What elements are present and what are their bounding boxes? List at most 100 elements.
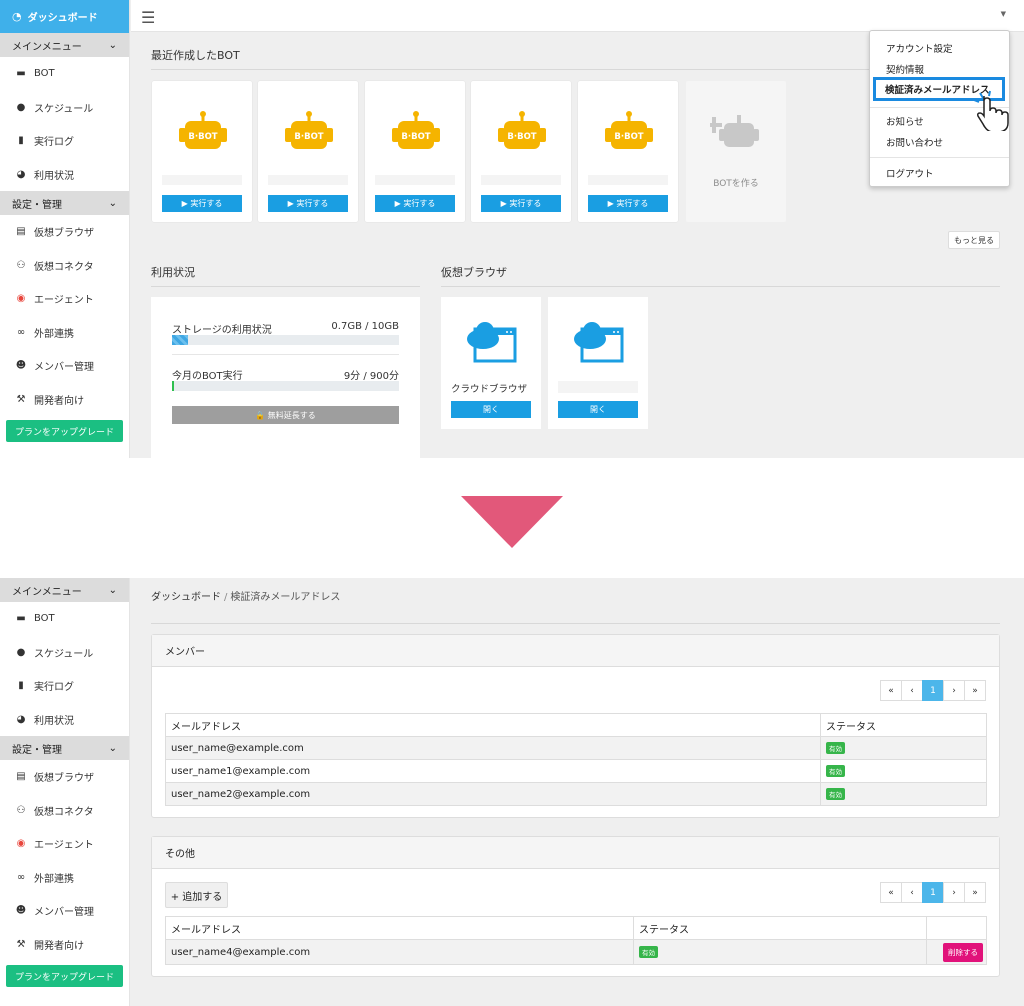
last-page-button[interactable]: » xyxy=(964,680,986,701)
first-page-button[interactable]: « xyxy=(880,882,902,903)
sidebar-item-members[interactable]: ☻ メンバー管理 xyxy=(0,894,129,928)
caret-down-icon[interactable]: ▼ xyxy=(1001,10,1006,18)
sidebar-item-bot[interactable]: ▬ BOT xyxy=(0,602,129,636)
runs-row: 今月のBOT実行 9分 / 900分 xyxy=(172,367,399,382)
free-extension-button[interactable]: 🔒 無料延長する xyxy=(172,406,399,424)
add-button[interactable]: + 追加する xyxy=(165,882,228,908)
breadcrumb-home[interactable]: ダッシュボード xyxy=(151,592,221,603)
bot-card[interactable]: B·BOT ▶ 実行する xyxy=(152,81,252,222)
open-button[interactable]: 開く xyxy=(558,401,638,418)
sidebar-item-connector[interactable]: ⚇ 仮想コネクタ xyxy=(0,249,129,283)
bot-card[interactable]: B·BOT ▶ 実行する xyxy=(471,81,571,222)
settings-header[interactable]: 設定・管理 ⌄ xyxy=(0,736,129,760)
settings-header[interactable]: 設定・管理 ⌄ xyxy=(0,191,129,215)
vbrowser-card: クラウドブラウザ 開く xyxy=(441,297,541,429)
bot-card[interactable]: B·BOT ▶ 実行する xyxy=(365,81,465,222)
first-page-button[interactable]: « xyxy=(880,680,902,701)
sidebar-item-usage[interactable]: ◕ 利用状況 xyxy=(0,703,129,737)
more-button[interactable]: もっと見る xyxy=(948,231,1000,249)
col-status-header: ステータス xyxy=(820,713,987,737)
pie-chart-icon: ◔ xyxy=(12,10,22,23)
table-row: user_name@example.com 有効 xyxy=(165,736,987,760)
prev-page-button[interactable]: ‹ xyxy=(901,680,923,701)
bot-name-blank xyxy=(481,175,561,185)
sidebar-item-integration[interactable]: ∞ 外部連携 xyxy=(0,861,129,895)
sidebar-item-developer[interactable]: ⚒ 開発者向け xyxy=(0,928,129,962)
table-header: メールアドレス ステータス xyxy=(165,713,987,737)
bot-name-blank xyxy=(588,175,668,185)
robot-icon: B·BOT xyxy=(498,111,546,149)
status-cell: 有効 xyxy=(820,759,987,783)
bot-card[interactable]: B·BOT ▶ 実行する xyxy=(258,81,358,222)
main-menu-header[interactable]: メインメニュー ⌄ xyxy=(0,33,129,57)
main-menu-header[interactable]: メインメニュー ⌄ xyxy=(0,578,129,602)
upgrade-button[interactable]: プランをアップグレード xyxy=(6,965,123,987)
run-button[interactable]: ▶ 実行する xyxy=(268,195,348,212)
bot-name-blank xyxy=(375,175,455,185)
prev-page-button[interactable]: ‹ xyxy=(901,882,923,903)
breadcrumb: ダッシュボード / 検証済みメールアドレス xyxy=(151,588,340,603)
sidebar-item-schedule[interactable]: ● スケジュール xyxy=(0,91,129,125)
menu-contact[interactable]: お問い合わせ xyxy=(886,135,943,149)
sidebar-item-agent[interactable]: ◉ エージェント xyxy=(0,827,129,861)
pie-chart-icon: ◕ xyxy=(16,168,26,180)
sidebar-item-vbrowser[interactable]: ▤ 仮想ブラウザ xyxy=(0,760,129,794)
run-button[interactable]: ▶ 実行する xyxy=(588,195,668,212)
next-page-button[interactable]: › xyxy=(943,680,965,701)
bot-logo-text: B·BOT xyxy=(614,132,643,142)
top-screenshot: ◔ ダッシュボード メインメニュー ⌄ ▬ BOT ● スケジュール ▮ 実行ログ ◕ 利用… xyxy=(0,0,1024,458)
page-1-button[interactable]: 1 xyxy=(922,882,944,903)
action-cell: 削除する xyxy=(926,939,987,965)
page-1-button[interactable]: 1 xyxy=(922,680,944,701)
sidebar-item-developer[interactable]: ⚒ 開発者向け xyxy=(0,383,129,417)
run-button[interactable]: ▶ 実行する xyxy=(481,195,561,212)
recent-bots-title: 最近作成したBOT xyxy=(151,49,240,62)
menu-account-settings[interactable]: アカウント設定 xyxy=(886,41,953,55)
breadcrumb-separator: / xyxy=(224,592,228,603)
status-badge: 有効 xyxy=(639,946,658,958)
wrench-icon: ⚒ xyxy=(16,938,26,950)
sidebar-item-log[interactable]: ▮ 実行ログ xyxy=(0,124,129,158)
delete-button[interactable]: 削除する xyxy=(943,942,983,962)
down-arrow-icon xyxy=(461,496,563,548)
sidebar-dashboard[interactable]: ◔ ダッシュボード xyxy=(0,0,129,33)
hamburger-icon[interactable]: ☰ xyxy=(141,8,155,27)
agent-icon: ◉ xyxy=(16,838,26,850)
bot-card[interactable]: B·BOT ▶ 実行する xyxy=(578,81,678,222)
sidebar: メインメニュー ⌄ ▬ BOT ● スケジュール ▮ 実行ログ ◕ 利用状況 設定・管理 ⌄… xyxy=(0,578,130,1006)
sidebar-item-integration[interactable]: ∞ 外部連携 xyxy=(0,316,129,350)
last-page-button[interactable]: » xyxy=(964,882,986,903)
pointer-hand-icon xyxy=(973,90,1009,131)
sidebar-item-members[interactable]: ☻ メンバー管理 xyxy=(0,349,129,383)
sidebar-item-vbrowser[interactable]: ▤ 仮想ブラウザ xyxy=(0,215,129,249)
agent-icon: ◉ xyxy=(16,293,26,305)
table-row: user_name4@example.com 有効 削除する xyxy=(165,939,987,965)
email-cell: user_name2@example.com xyxy=(165,782,821,806)
clock-icon: ● xyxy=(16,646,26,658)
cloud-browser-icon xyxy=(467,322,517,363)
robot-icon: B·BOT xyxy=(392,111,440,149)
connector-icon: ⚇ xyxy=(16,804,26,816)
menu-logout[interactable]: ログアウト xyxy=(886,166,934,180)
run-button[interactable]: ▶ 実行する xyxy=(162,195,242,212)
next-page-button[interactable]: › xyxy=(943,882,965,903)
menu-contract-info[interactable]: 契約情報 xyxy=(886,62,924,76)
sidebar-item-usage[interactable]: ◕ 利用状況 xyxy=(0,158,129,192)
sidebar-item-connector[interactable]: ⚇ 仮想コネクタ xyxy=(0,794,129,828)
divider xyxy=(172,354,399,355)
sidebar: ◔ ダッシュボード メインメニュー ⌄ ▬ BOT ● スケジュール ▮ 実行ログ ◕ 利用… xyxy=(0,0,130,458)
create-bot-card[interactable]: BOTを作る xyxy=(686,81,786,222)
chevron-down-icon: ⌄ xyxy=(108,39,117,51)
sidebar-item-schedule[interactable]: ● スケジュール xyxy=(0,636,129,670)
sidebar-item-bot[interactable]: ▬ BOT xyxy=(0,57,129,91)
sidebar-item-agent[interactable]: ◉ エージェント xyxy=(0,282,129,316)
bot-logo-text: B·BOT xyxy=(507,132,536,142)
upgrade-button[interactable]: プランをアップグレード xyxy=(6,420,123,442)
sidebar-item-log[interactable]: ▮ 実行ログ xyxy=(0,669,129,703)
status-badge: 有効 xyxy=(826,788,845,800)
col-email-header: メールアドレス xyxy=(165,916,634,940)
menu-news[interactable]: お知らせ xyxy=(886,114,924,128)
run-button[interactable]: ▶ 実行する xyxy=(375,195,455,212)
open-button[interactable]: 開く xyxy=(451,401,531,418)
connector-icon: ⚇ xyxy=(16,259,26,271)
